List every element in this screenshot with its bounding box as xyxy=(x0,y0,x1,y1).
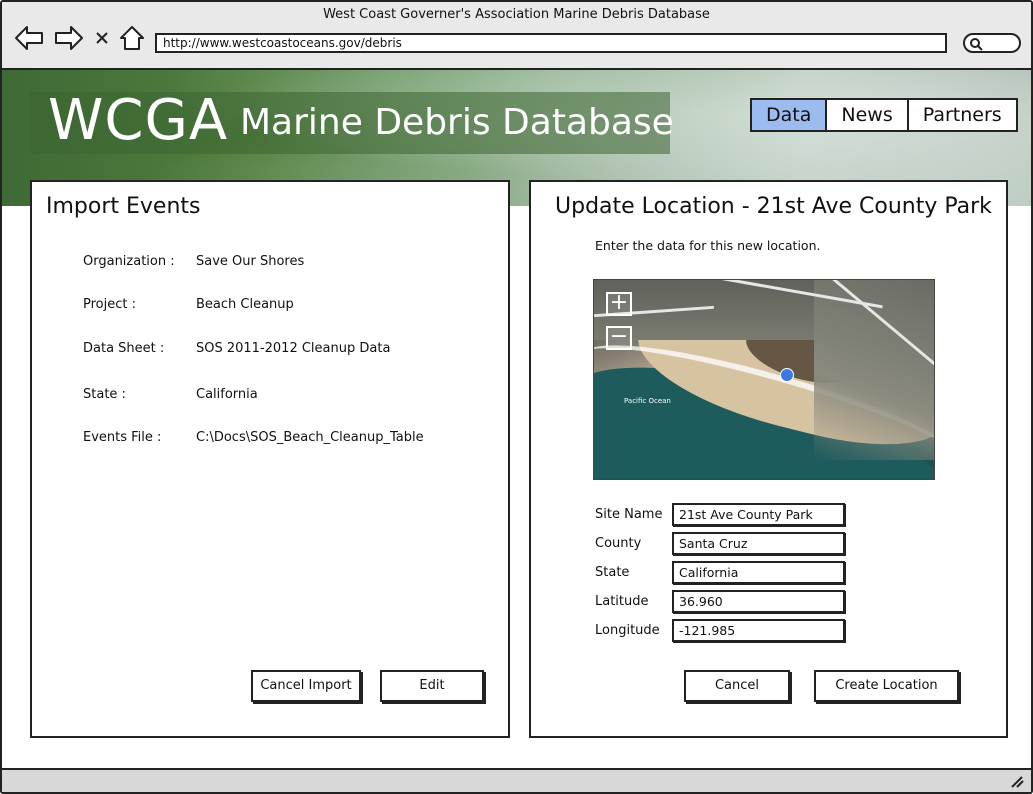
latitude-label: Latitude xyxy=(595,594,649,609)
state-field[interactable]: California xyxy=(672,561,845,584)
window-title: West Coast Governer's Association Marine… xyxy=(323,7,710,22)
events-file-label: Events File : xyxy=(83,430,162,445)
browser-window: West Coast Governer's Association Marine… xyxy=(0,0,1033,794)
search-icon xyxy=(970,38,983,51)
data-sheet-value: SOS 2011-2012 Cleanup Data xyxy=(196,341,391,356)
location-pin-icon[interactable] xyxy=(780,368,794,382)
browser-search[interactable] xyxy=(963,33,1021,53)
state-label: State : xyxy=(83,387,126,402)
project-value: Beach Cleanup xyxy=(196,297,294,312)
organization-label: Organization : xyxy=(83,254,175,269)
zoom-out-button[interactable]: − xyxy=(606,326,632,350)
update-location-panel: Update Location - 21st Ave County Park E… xyxy=(529,180,1008,738)
tab-data[interactable]: Data xyxy=(752,100,828,130)
tab-news[interactable]: News xyxy=(827,100,909,130)
forward-icon[interactable] xyxy=(54,24,84,52)
create-location-button[interactable]: Create Location xyxy=(814,670,959,702)
state-value: California xyxy=(196,387,258,402)
import-events-panel: Import Events Organization : Save Our Sh… xyxy=(30,180,510,738)
home-icon[interactable] xyxy=(117,24,147,52)
panel-title: Import Events xyxy=(46,194,201,219)
site-name-field[interactable]: 21st Ave County Park xyxy=(672,503,845,526)
zoom-in-button[interactable]: + xyxy=(606,292,632,316)
tab-partners[interactable]: Partners xyxy=(908,100,1016,130)
resize-grip-icon[interactable] xyxy=(1009,774,1025,788)
project-label: Project : xyxy=(83,297,136,312)
data-sheet-label: Data Sheet : xyxy=(83,341,165,356)
brand-subtitle: Marine Debris Database xyxy=(240,102,674,143)
cancel-button[interactable]: Cancel xyxy=(684,670,790,702)
state-label: State xyxy=(595,565,630,580)
satellite-map[interactable]: Pacific Ocean + − xyxy=(593,279,935,480)
longitude-field[interactable]: -121.985 xyxy=(672,619,845,642)
browser-toolbar: West Coast Governer's Association Marine… xyxy=(2,2,1031,70)
address-bar[interactable]: http://www.westcoastoceans.gov/debris xyxy=(155,33,947,53)
main-nav: Data News Partners xyxy=(750,98,1018,132)
county-label: County xyxy=(595,536,642,551)
brand-logo: WCGA xyxy=(48,88,229,153)
edit-button[interactable]: Edit xyxy=(380,670,484,702)
panel-title: Update Location - 21st Ave County Park xyxy=(555,194,992,219)
county-field[interactable]: Santa Cruz xyxy=(672,532,845,555)
site-name-label: Site Name xyxy=(595,507,663,522)
status-bar xyxy=(2,768,1031,792)
instructions-text: Enter the data for this new location. xyxy=(595,238,821,253)
latitude-field[interactable]: 36.960 xyxy=(672,590,845,613)
organization-value: Save Our Shores xyxy=(196,254,305,269)
events-file-value: C:\Docs\SOS_Beach_Cleanup_Table xyxy=(196,430,424,445)
back-icon[interactable] xyxy=(14,24,44,52)
stop-icon[interactable] xyxy=(90,24,114,52)
map-ocean-label: Pacific Ocean xyxy=(624,397,671,405)
cancel-import-button[interactable]: Cancel Import xyxy=(251,670,361,702)
longitude-label: Longitude xyxy=(595,623,660,638)
